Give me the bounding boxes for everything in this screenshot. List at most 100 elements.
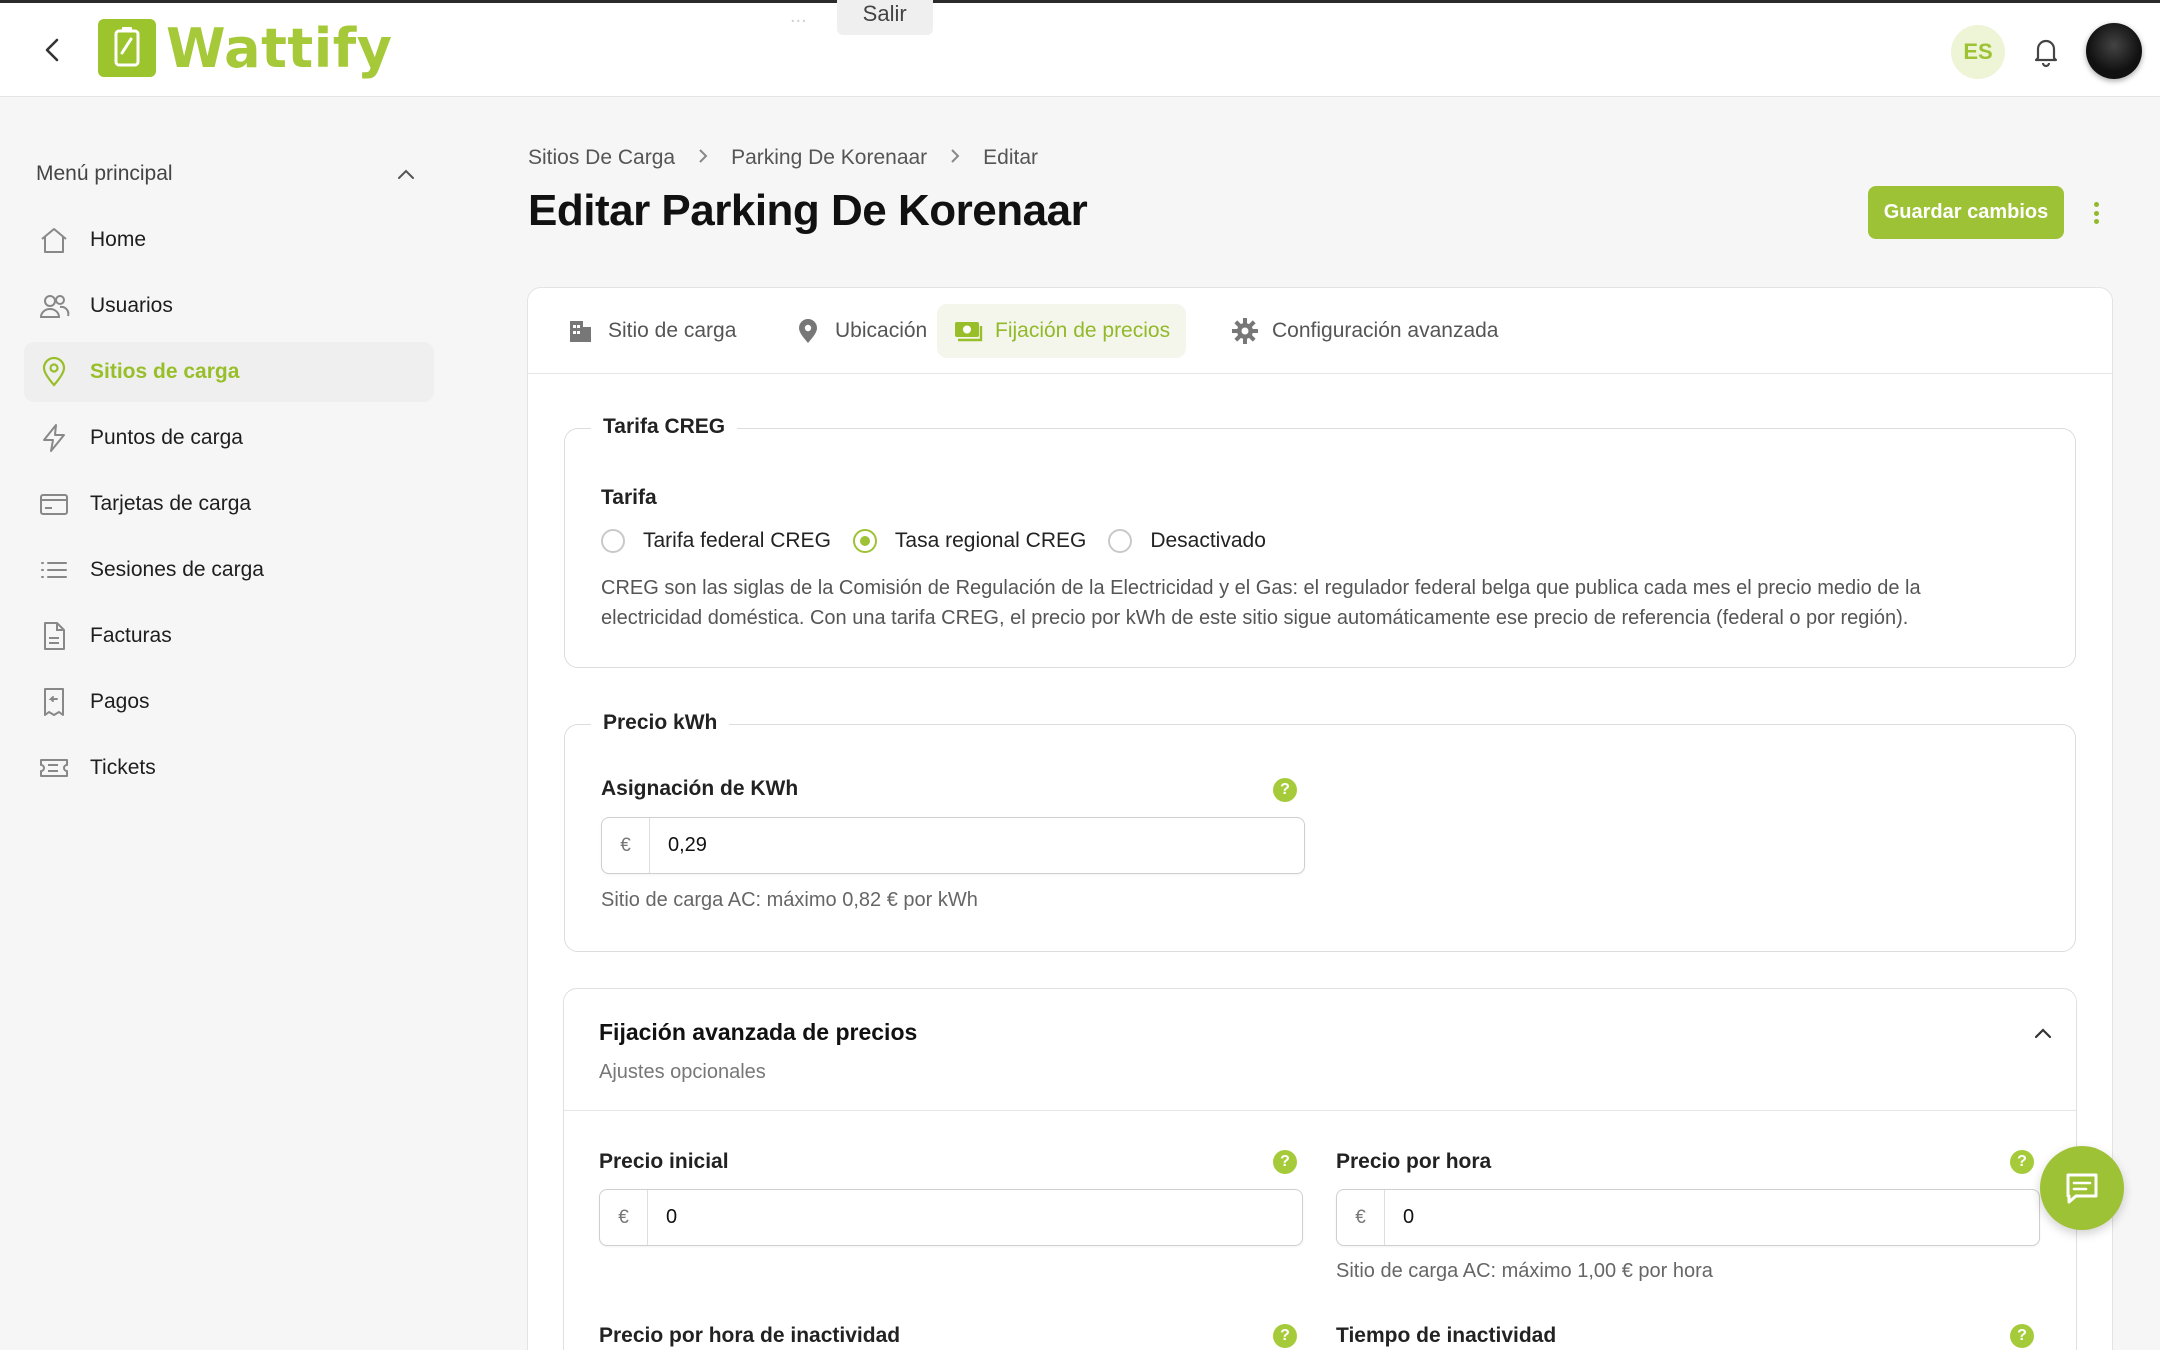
idle-time-label: Tiempo de inactividad bbox=[1336, 1324, 1557, 1347]
tariff-radio-group: Tarifa federal CREG Tasa regional CREG D… bbox=[601, 529, 1288, 553]
money-icon bbox=[953, 316, 983, 346]
chat-icon bbox=[2066, 1173, 2098, 1204]
card-icon bbox=[36, 486, 72, 522]
chevron-up-icon[interactable] bbox=[2030, 1023, 2056, 1043]
save-button[interactable]: Guardar cambios bbox=[1868, 186, 2064, 239]
sidebar-item-label: Sesiones de carga bbox=[90, 558, 264, 581]
lightning-icon bbox=[36, 420, 72, 456]
ticket-icon bbox=[36, 750, 72, 786]
sidebar-item-charging-sites[interactable]: Sitios de carga bbox=[24, 342, 434, 402]
bell-icon[interactable] bbox=[2028, 33, 2064, 69]
building-icon bbox=[566, 316, 596, 346]
chevron-right-icon bbox=[697, 146, 709, 170]
advanced-pricing-section: Fijación avanzada de precios Ajustes opc… bbox=[563, 988, 2077, 1350]
kwh-price-value: 0,29 bbox=[668, 834, 707, 856]
tab-bar: Sitio de carga Ubicación Fijación de pre… bbox=[528, 288, 2112, 374]
exit-button[interactable]: Salir bbox=[836, 0, 933, 35]
currency-prefix: € bbox=[602, 818, 650, 873]
tab-label: Ubicación bbox=[835, 319, 928, 342]
sidebar-item-tickets[interactable]: Tickets bbox=[24, 738, 434, 798]
main-menu-title: Menú principal bbox=[36, 162, 173, 185]
hourly-price-label: Precio por hora bbox=[1336, 1150, 1492, 1173]
sidebar-item-label: Tarjetas de carga bbox=[90, 492, 252, 515]
start-price-value: 0 bbox=[666, 1206, 678, 1228]
kwh-price-hint: Sitio de carga AC: máximo 0,82 € por kWh bbox=[601, 889, 978, 911]
sidebar-item-charge-cards[interactable]: Tarjetas de carga bbox=[24, 474, 434, 534]
sidebar-item-payments[interactable]: Pagos bbox=[24, 672, 434, 732]
breadcrumb-site[interactable]: Parking De Korenaar bbox=[731, 146, 927, 170]
banner-text: ... bbox=[790, 4, 807, 27]
app-name: Wattify bbox=[166, 16, 393, 80]
sidebar-item-label: Home bbox=[90, 228, 147, 251]
help-icon[interactable]: ? bbox=[2010, 1150, 2034, 1174]
breadcrumb-current: Editar bbox=[983, 146, 1039, 169]
more-options-icon[interactable] bbox=[2088, 196, 2104, 230]
sidebar-item-label: Tickets bbox=[90, 756, 156, 779]
gear-icon bbox=[1230, 316, 1260, 346]
start-price-label: Precio inicial bbox=[599, 1150, 729, 1173]
divider bbox=[564, 1110, 2076, 1111]
sidebar-item-label: Pagos bbox=[90, 690, 150, 713]
language-button[interactable]: ES bbox=[1951, 25, 2005, 79]
creg-legend: Tarifa CREG bbox=[591, 415, 738, 439]
sidebar-item-label: Sitios de carga bbox=[90, 360, 240, 383]
tab-label: Configuración avanzada bbox=[1272, 319, 1499, 342]
document-icon bbox=[36, 618, 72, 654]
home-icon bbox=[36, 222, 72, 258]
radio-disabled-label[interactable]: Desactivado bbox=[1150, 529, 1266, 553]
kwh-allocation-label: Asignación de KWh bbox=[601, 777, 799, 800]
sidebar-item-label: Facturas bbox=[90, 624, 172, 647]
sidebar-item-users[interactable]: Usuarios bbox=[24, 276, 434, 336]
kwh-price-input[interactable]: € 0,29 bbox=[601, 817, 1305, 874]
tariff-label: Tarifa bbox=[601, 486, 657, 509]
radio-regional-creg[interactable] bbox=[852, 529, 877, 553]
tab-label: Sitio de carga bbox=[608, 319, 737, 342]
help-icon[interactable]: ? bbox=[2010, 1324, 2034, 1348]
help-icon[interactable]: ? bbox=[1273, 1324, 1297, 1348]
radio-regional-creg-label[interactable]: Tasa regional CREG bbox=[895, 529, 1086, 553]
start-price-input[interactable]: € 0 bbox=[599, 1189, 1303, 1246]
avatar[interactable] bbox=[2086, 23, 2142, 79]
sidebar-item-charge-points[interactable]: Puntos de carga bbox=[24, 408, 434, 468]
main-menu-toggle[interactable]: Menú principal bbox=[36, 162, 416, 186]
hourly-price-value: 0 bbox=[1403, 1206, 1415, 1228]
radio-disabled[interactable] bbox=[1108, 529, 1133, 553]
app-logo[interactable]: Wattify bbox=[98, 16, 393, 80]
tab-label: Fijación de precios bbox=[995, 319, 1171, 342]
creg-description-line: CREG son las siglas de la Comisión de Re… bbox=[601, 577, 1921, 599]
location-pin-icon bbox=[36, 354, 72, 390]
breadcrumb: Sitios De Carga Parking De Korenaar Edit… bbox=[528, 146, 1038, 170]
breadcrumb-charging-sites[interactable]: Sitios De Carga bbox=[528, 146, 675, 170]
map-pin-icon bbox=[793, 316, 823, 346]
sidebar-item-label: Puntos de carga bbox=[90, 426, 243, 449]
list-icon bbox=[36, 552, 72, 588]
chat-button[interactable] bbox=[2040, 1146, 2124, 1230]
battery-logo-icon bbox=[98, 19, 156, 77]
tab-advanced-config[interactable]: Configuración avanzada bbox=[1214, 304, 1515, 358]
top-bar: Wattify ... Salir ES bbox=[0, 0, 2160, 97]
hourly-price-input[interactable]: € 0 bbox=[1336, 1189, 2040, 1246]
tab-pricing[interactable]: Fijación de precios bbox=[937, 304, 1187, 358]
chevron-up-icon bbox=[398, 169, 414, 179]
users-icon bbox=[36, 288, 72, 324]
sidebar-item-invoices[interactable]: Facturas bbox=[24, 606, 434, 666]
kwh-price-section: Precio kWh Asignación de KWh ? € 0,29 Si… bbox=[564, 711, 2076, 952]
tab-location[interactable]: Ubicación bbox=[777, 304, 943, 358]
help-icon[interactable]: ? bbox=[1273, 1150, 1297, 1174]
receipt-icon bbox=[36, 684, 72, 720]
sidebar-item-home[interactable]: Home bbox=[24, 210, 434, 270]
help-icon[interactable]: ? bbox=[1273, 778, 1297, 802]
radio-federal-creg[interactable] bbox=[601, 529, 625, 553]
back-arrow-icon[interactable] bbox=[36, 33, 70, 67]
tab-charging-site[interactable]: Sitio de carga bbox=[550, 304, 752, 358]
chevron-right-icon bbox=[949, 146, 961, 170]
hourly-price-hint: Sitio de carga AC: máximo 1,00 € por hor… bbox=[1336, 1260, 1713, 1282]
creg-description-line: electricidad doméstica. Con una tarifa C… bbox=[601, 607, 1909, 629]
sidebar-item-charge-sessions[interactable]: Sesiones de carga bbox=[24, 540, 434, 600]
creg-section: Tarifa CREG Tarifa Tarifa federal CREG T… bbox=[564, 415, 2076, 668]
kwh-legend: Precio kWh bbox=[591, 711, 730, 735]
idle-hourly-price-label: Precio por hora de inactividad bbox=[599, 1324, 901, 1347]
advanced-pricing-title: Fijación avanzada de precios bbox=[599, 1019, 918, 1045]
edit-card: Sitio de carga Ubicación Fijación de pre… bbox=[527, 287, 2113, 1350]
radio-federal-creg-label[interactable]: Tarifa federal CREG bbox=[643, 529, 831, 553]
